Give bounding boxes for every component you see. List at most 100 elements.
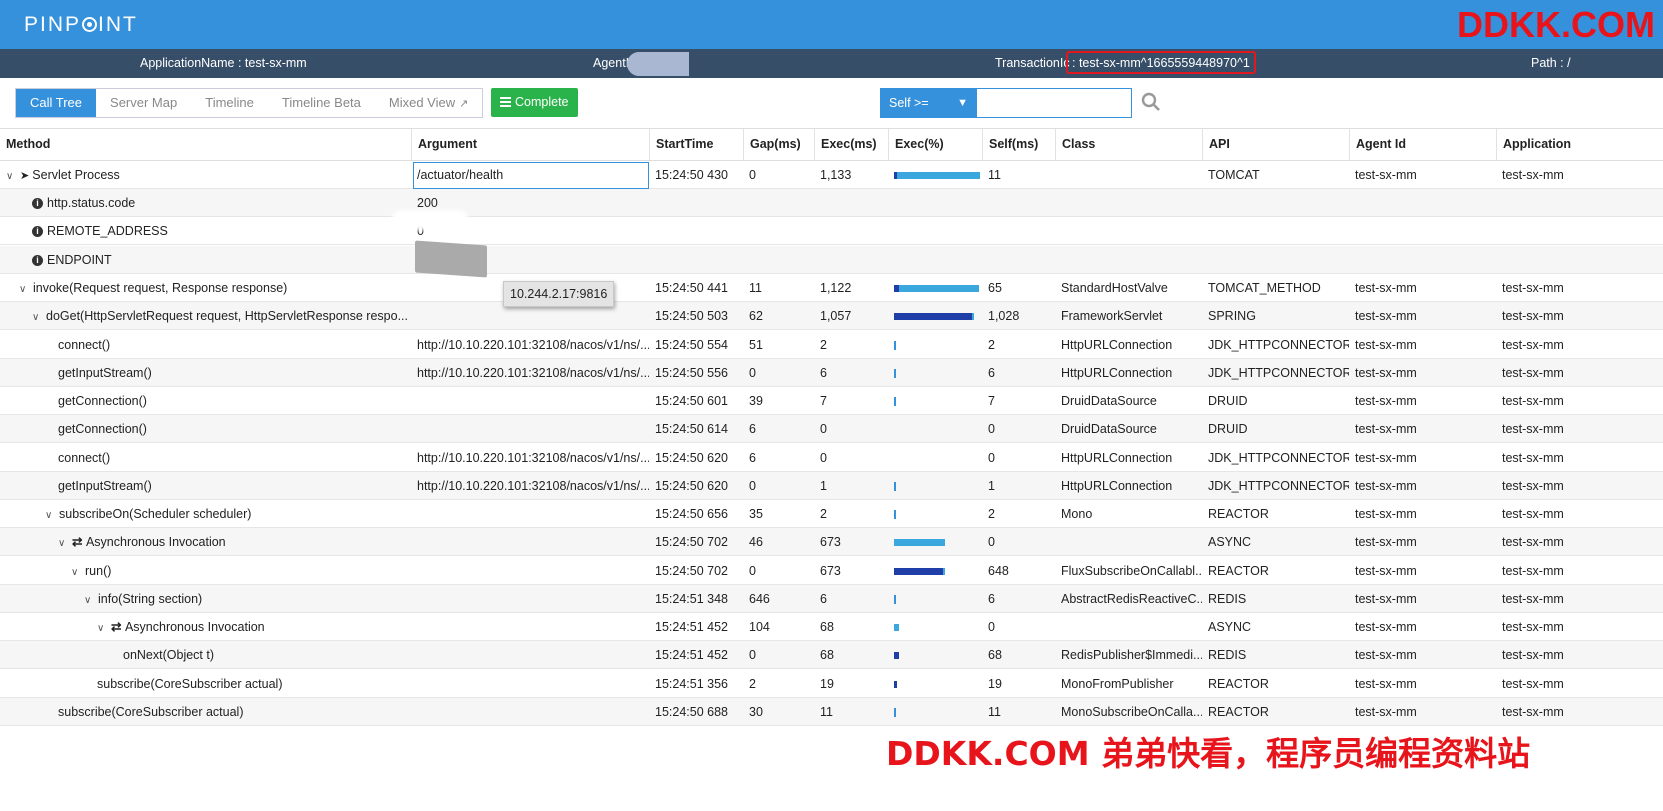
- method-name: invoke(Request request, Response respons…: [33, 281, 288, 295]
- exec-bar-total: [894, 172, 980, 179]
- exec-bar: [894, 539, 980, 546]
- method-name: info(String section): [98, 592, 203, 606]
- exec-bar-self: [894, 681, 897, 688]
- column-header-exec-pct[interactable]: Exec(%): [888, 129, 982, 160]
- api-cell: SPRING: [1208, 309, 1256, 323]
- agent-id-cell: [1349, 217, 1496, 245]
- method-name: connect(): [58, 451, 111, 465]
- expand-chevron-icon[interactable]: ∨: [6, 163, 20, 189]
- async-exchange-icon: ⇄: [111, 620, 125, 634]
- complete-button[interactable]: Complete: [491, 88, 578, 117]
- start-time-cell: 15:24:51 356: [655, 677, 728, 691]
- exec-percent-cell: [888, 359, 982, 387]
- table-row[interactable]: ∨ ⇄ Asynchronous Invocation 15:24:51 452 10…: [0, 613, 1663, 641]
- table-row[interactable]: getInputStream() http://10.10.220.101:321…: [0, 472, 1663, 500]
- column-header-exec[interactable]: Exec(ms): [814, 129, 888, 160]
- argument-cell: [411, 557, 649, 585]
- expand-chevron-icon[interactable]: ∨: [71, 559, 85, 585]
- column-header-self[interactable]: Self(ms): [982, 129, 1055, 160]
- table-row[interactable]: ∨ ⇄ Asynchronous Invocation 15:24:50 702 46…: [0, 528, 1663, 556]
- application-cell: test-sx-mm: [1502, 366, 1564, 380]
- exec-percent-cell: [888, 613, 982, 641]
- filter-value-input[interactable]: [976, 88, 1132, 118]
- gap-cell: [743, 189, 814, 217]
- exec-percent-cell: [888, 189, 982, 217]
- table-row[interactable]: i http.status.code 200: [0, 189, 1663, 217]
- self-time-cell: 1: [988, 479, 995, 493]
- filter-type-select[interactable]: Self >= ▼: [880, 88, 976, 118]
- api-cell: REDIS: [1208, 648, 1247, 662]
- table-row[interactable]: iENDPOINT 816: [0, 246, 1663, 274]
- method-cell: getInputStream(): [0, 472, 411, 500]
- column-header-method[interactable]: Method: [0, 129, 411, 160]
- gap-cell: 11: [749, 281, 762, 295]
- table-row[interactable]: onNext(Object t) 15:24:51 452 0 68 68 RedisPu…: [0, 641, 1663, 669]
- column-header-api[interactable]: API: [1202, 129, 1349, 160]
- gap-cell: 0: [749, 564, 756, 578]
- exec-bar-tick: [894, 510, 896, 519]
- gap-cell: 104: [749, 620, 770, 634]
- expand-chevron-icon[interactable]: ∨: [32, 304, 46, 330]
- exec-percent-cell: [888, 641, 982, 669]
- table-row[interactable]: i REMOTE_ADDRESS 0: [0, 217, 1663, 245]
- exec-bar-self: [894, 172, 897, 179]
- tab-timeline-beta[interactable]: Timeline Beta: [268, 89, 375, 117]
- column-header-argument[interactable]: Argument: [411, 129, 649, 160]
- grid-header: Method Argument StartTime Gap(ms) Exec(m…: [0, 128, 1663, 161]
- pinpoint-logo[interactable]: PINP INT: [24, 13, 138, 37]
- expand-chevron-icon[interactable]: ∨: [97, 615, 111, 641]
- table-row[interactable]: connect() http://10.10.220.101:32108/naco…: [0, 444, 1663, 472]
- tab-call-tree[interactable]: Call Tree: [16, 89, 97, 117]
- transaction-info-bar: ApplicationName : test-sx-mm AgentI Tran…: [0, 49, 1663, 78]
- expand-chevron-icon[interactable]: ∨: [58, 530, 72, 556]
- agent-id-cell: test-sx-mm: [1355, 422, 1417, 436]
- table-row[interactable]: getConnection() 15:24:50 601 39 7 7 DruidData…: [0, 387, 1663, 415]
- table-row[interactable]: ∨ ➤ Servlet Process/actuator/health 15:24:…: [0, 161, 1663, 189]
- self-time-cell: 2: [988, 338, 995, 352]
- table-row[interactable]: ∨ doGet(HttpServletRequest request, HttpS…: [0, 302, 1663, 330]
- exec-percent-cell: [888, 500, 982, 528]
- tab-mixed-view[interactable]: Mixed View ↗: [375, 89, 482, 117]
- search-icon[interactable]: [1141, 92, 1161, 112]
- table-row[interactable]: ∨ info(String section) 15:24:51 348 646 6 6 Ab…: [0, 585, 1663, 613]
- class-cell: Mono: [1061, 507, 1093, 521]
- method-name: run(): [85, 564, 112, 578]
- exec-bar-tick: [894, 369, 896, 378]
- column-header-gap[interactable]: Gap(ms): [743, 129, 814, 160]
- table-row[interactable]: getConnection() 15:24:50 614 6 0 0 DruidDataS…: [0, 415, 1663, 443]
- agent-id-cell: test-sx-mm: [1355, 309, 1417, 323]
- expand-chevron-icon[interactable]: ∨: [19, 276, 33, 302]
- table-row[interactable]: getInputStream() http://10.10.220.101:321…: [0, 359, 1663, 387]
- tab-timeline[interactable]: Timeline: [191, 89, 268, 117]
- method-name: getConnection(): [58, 394, 147, 408]
- table-row[interactable]: ∨ invoke(Request request, Response respon…: [0, 274, 1663, 302]
- exec-cell: 6: [820, 366, 827, 380]
- tab-server-map[interactable]: Server Map: [96, 89, 191, 117]
- exec-cell: 7: [820, 394, 827, 408]
- self-time-cell: 68: [988, 648, 1002, 662]
- api-cell: DRUID: [1208, 394, 1248, 408]
- start-time-cell: 15:24:50 620: [655, 451, 728, 465]
- exec-cell: [814, 189, 888, 217]
- agent-id-label: AgentI: [593, 56, 630, 70]
- exec-percent-cell: [888, 387, 982, 415]
- exec-cell: 2: [820, 507, 827, 521]
- table-row[interactable]: subscribe(CoreSubscriber actual) 15:24:51…: [0, 670, 1663, 698]
- agent-id-cell: test-sx-mm: [1355, 535, 1417, 549]
- column-header-agent-id[interactable]: Agent Id: [1349, 129, 1496, 160]
- table-row[interactable]: subscribe(CoreSubscriber actual) 15:24:50…: [0, 698, 1663, 726]
- logo-o-ring-icon: [82, 17, 98, 32]
- column-header-application[interactable]: Application: [1496, 129, 1663, 160]
- expand-chevron-icon[interactable]: ∨: [45, 502, 59, 528]
- expand-chevron-icon[interactable]: ∨: [84, 587, 98, 613]
- application-cell: test-sx-mm: [1502, 394, 1564, 408]
- column-header-class[interactable]: Class: [1055, 129, 1202, 160]
- table-row[interactable]: connect() http://10.10.220.101:32108/naco…: [0, 331, 1663, 359]
- api-cell: REDIS: [1208, 592, 1247, 606]
- argument-cell: [411, 500, 649, 528]
- table-row[interactable]: ∨ subscribeOn(Scheduler scheduler) 15:24:5…: [0, 500, 1663, 528]
- gap-cell: 35: [749, 507, 763, 521]
- method-cell: ∨ info(String section): [0, 585, 411, 613]
- table-row[interactable]: ∨ run() 15:24:50 702 0 673 648 FluxSubscribeOn…: [0, 557, 1663, 585]
- column-header-starttime[interactable]: StartTime: [649, 129, 743, 160]
